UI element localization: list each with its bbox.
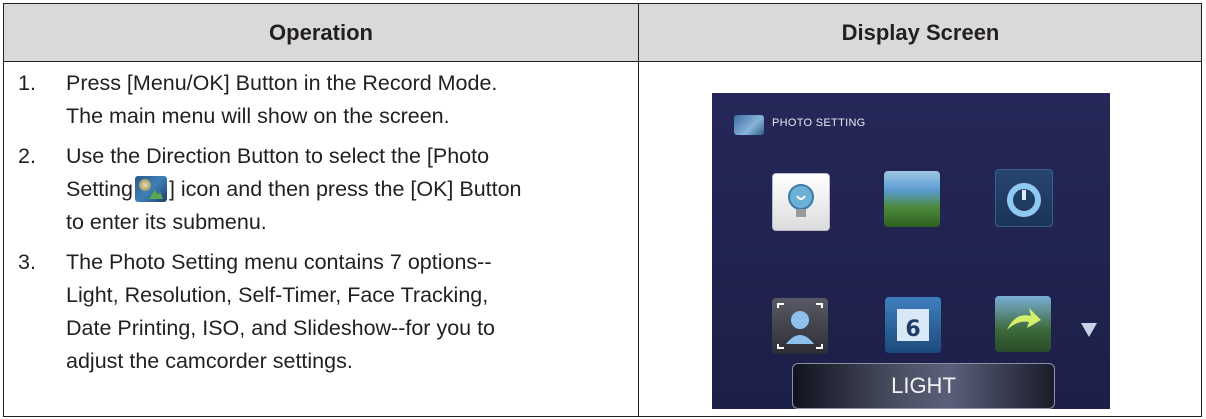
photo-setting-icon (734, 115, 764, 135)
step-line: Light, Resolution, Self-Timer, Face Trac… (66, 283, 489, 307)
step-line: Use the Direction Button to select the [… (66, 144, 490, 168)
step-line: to enter its submenu. (66, 210, 267, 234)
step-number: 1. (18, 71, 36, 95)
step-text: Use the Direction Button to select the [… (66, 140, 630, 239)
camera-display-screen: PHOTO SETTING 6 LIGHT (712, 93, 1110, 409)
svg-text:6: 6 (905, 317, 920, 342)
step-line: The Photo Setting menu contains 7 option… (66, 250, 492, 274)
light-icon[interactable] (772, 173, 830, 231)
column-divider (638, 4, 639, 416)
step-line: Date Printing, ISO, and Slideshow--for y… (66, 316, 496, 340)
step-text: Press [Menu/OK] Button in the Record Mod… (66, 67, 630, 133)
photo-setting-icon (134, 176, 167, 202)
screen-title: PHOTO SETTING (772, 117, 866, 129)
step-number: 3. (18, 250, 36, 274)
step-line: The main menu will show on the screen. (66, 104, 450, 128)
date-printing-icon[interactable]: 6 (885, 297, 941, 353)
header-operation: Operation (269, 20, 373, 45)
resolution-icon[interactable] (884, 171, 940, 227)
header-display-screen: Display Screen (841, 20, 1000, 45)
step-line: adjust the camcorder settings. (66, 349, 353, 373)
selected-option-label: LIGHT (792, 363, 1055, 409)
step-number: 2. (18, 144, 36, 168)
step-line: Setting] icon and then press the [OK] Bu… (66, 176, 522, 202)
self-timer-icon[interactable] (995, 169, 1053, 227)
down-arrow-icon[interactable] (1081, 323, 1097, 337)
table-header: Operation Display Screen (4, 4, 1201, 62)
face-tracking-icon[interactable] (772, 298, 828, 354)
slideshow-icon[interactable] (995, 296, 1051, 352)
step-line: Press [Menu/OK] Button in the Record Mod… (66, 71, 498, 95)
step-text: The Photo Setting menu contains 7 option… (66, 246, 630, 378)
